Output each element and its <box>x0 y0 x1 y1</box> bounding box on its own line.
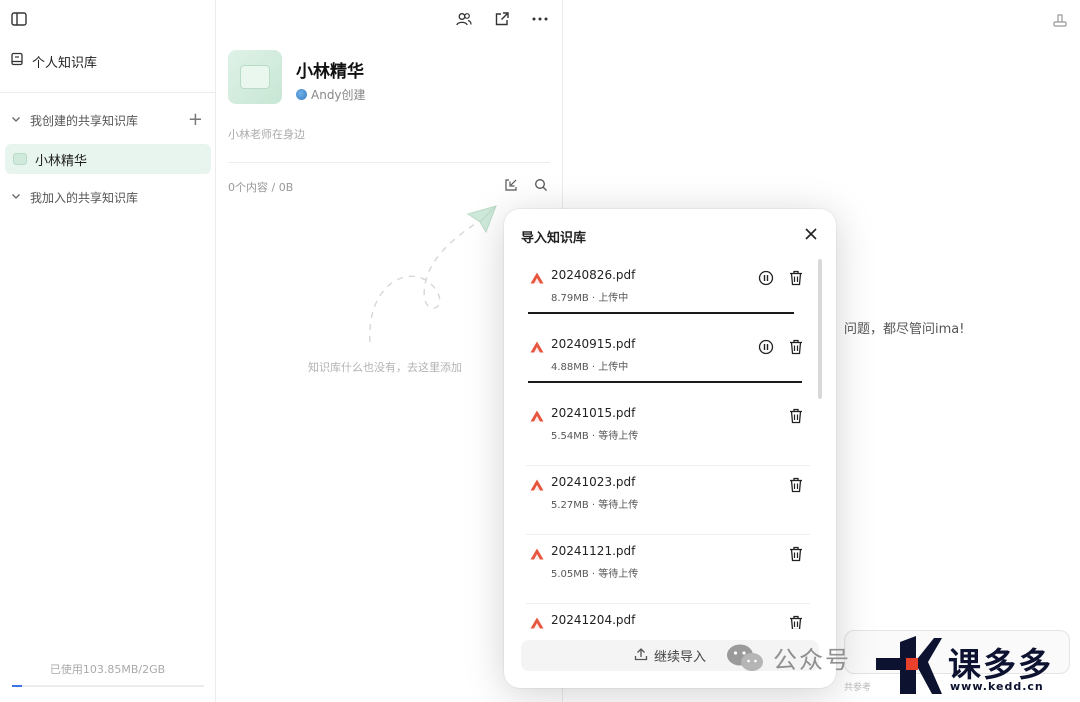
sidebar-toggle-icon[interactable] <box>10 10 28 28</box>
kb-cover <box>228 50 282 104</box>
sidebar-divider <box>0 92 215 93</box>
modal-title: 导入知识库 <box>521 231 587 246</box>
kb-title: 小林精华 <box>296 62 364 82</box>
chevron-down-icon <box>10 190 22 205</box>
share-icon[interactable] <box>492 9 512 29</box>
sidebar-section-joined[interactable]: 我加入的共享知识库 <box>10 185 203 209</box>
kedd-logo: 课多多 www.kedd.cn <box>876 636 1076 698</box>
wechat-watermark: 公众号 <box>725 640 851 675</box>
file-row: 20241204.pdf <box>526 604 810 629</box>
logo-text: 课多多 <box>948 645 1053 684</box>
search-icon[interactable] <box>534 177 548 196</box>
trash-icon[interactable] <box>788 614 804 629</box>
creator-avatar <box>296 89 307 100</box>
book-icon <box>10 52 24 70</box>
logo-k-icon <box>876 636 942 694</box>
storage-text: 已使用103.85MB/2GB <box>49 663 166 676</box>
file-name: 20240826.pdf <box>551 268 636 282</box>
content-count: 0个内容 / 0B <box>228 181 294 194</box>
kb-toolbar <box>454 9 550 29</box>
file-row: 20240915.pdf 4.88MB · 上传中 <box>526 328 810 397</box>
file-name: 20240915.pdf <box>551 337 636 351</box>
pause-icon[interactable] <box>758 270 774 286</box>
sidebar-item-personal-kb[interactable]: 个人知识库 <box>10 50 97 72</box>
file-meta: 5.05MB · 等待上传 <box>551 569 639 580</box>
sidebar: 个人知识库 我创建的共享知识库 + 小林精华 我加入的共享知识库 已使用103.… <box>0 0 216 702</box>
pdf-icon <box>530 407 544 422</box>
file-meta: 5.27MB · 等待上传 <box>551 500 639 511</box>
storage-bar <box>12 685 204 687</box>
pdf-icon <box>530 614 544 629</box>
kb-creator: Andy创建 <box>296 86 366 103</box>
file-name: 20241015.pdf <box>551 406 636 420</box>
kb-description: 小林老师在身边 <box>228 128 305 141</box>
scrollbar-thumb[interactable] <box>818 259 822 399</box>
trash-icon[interactable] <box>788 545 804 563</box>
more-icon[interactable] <box>530 9 550 29</box>
kb-thumbnail <box>13 153 27 165</box>
pdf-icon <box>530 269 544 284</box>
sidebar-item-label: 个人知识库 <box>32 55 98 71</box>
pdf-icon <box>530 338 544 353</box>
sidebar-section-created[interactable]: 我创建的共享知识库 + <box>10 108 203 132</box>
logo-url: www.kedd.cn <box>950 680 1044 693</box>
import-modal: 导入知识库 20240826.pdf 8.79MB · 上传中 20240915… <box>504 209 836 688</box>
file-row: 20241015.pdf 5.54MB · 等待上传 <box>526 397 810 466</box>
pdf-icon <box>530 476 544 491</box>
kb-creator-label: Andy创建 <box>311 88 366 102</box>
close-icon[interactable] <box>802 225 820 243</box>
members-icon[interactable] <box>454 9 474 29</box>
sidebar-item-label: 小林精华 <box>35 153 88 169</box>
sidebar-item-kb[interactable]: 小林精华 <box>5 144 211 174</box>
storage-fill <box>12 685 22 687</box>
trash-icon[interactable] <box>788 269 804 287</box>
paper-plane-icon <box>356 200 516 350</box>
pause-icon[interactable] <box>758 339 774 355</box>
file-row: 20241023.pdf 5.27MB · 等待上传 <box>526 466 810 535</box>
upload-progress-bar <box>528 312 794 314</box>
kb-content-tools <box>504 177 548 196</box>
section-label: 我加入的共享知识库 <box>30 190 139 205</box>
chat-hint: 问题，都尽管问ima! <box>844 322 965 337</box>
import-icon[interactable] <box>504 177 518 196</box>
divider <box>228 162 550 163</box>
trash-icon[interactable] <box>788 407 804 425</box>
file-name: 20241204.pdf <box>551 613 636 627</box>
file-list: 20240826.pdf 8.79MB · 上传中 20240915.pdf 4… <box>504 257 836 629</box>
file-meta: 5.54MB · 等待上传 <box>551 431 639 442</box>
empty-hint: 知识库什么也没有，去这里添加 <box>308 361 462 374</box>
pin-icon[interactable] <box>1050 10 1070 30</box>
file-name: 20241121.pdf <box>551 544 636 558</box>
pdf-icon <box>530 545 544 560</box>
scrollbar[interactable] <box>818 259 822 625</box>
plus-icon[interactable]: + <box>188 111 203 129</box>
upload-icon <box>634 647 648 665</box>
file-row: 20241121.pdf 5.05MB · 等待上传 <box>526 535 810 604</box>
trash-icon[interactable] <box>788 476 804 494</box>
file-row: 20240826.pdf 8.79MB · 上传中 <box>526 259 810 328</box>
continue-import-label: 继续导入 <box>653 650 706 665</box>
chevron-down-icon <box>10 113 22 128</box>
trash-icon[interactable] <box>788 338 804 356</box>
file-meta: 8.79MB · 上传中 <box>551 293 629 304</box>
file-name: 20241023.pdf <box>551 475 636 489</box>
section-label: 我创建的共享知识库 <box>30 113 139 128</box>
ref-label: 共参考 <box>844 683 872 693</box>
file-meta: 4.88MB · 上传中 <box>551 362 629 373</box>
upload-progress-bar <box>528 381 803 383</box>
wechat-label: 公众号 <box>773 646 851 674</box>
wechat-icon <box>725 642 765 674</box>
